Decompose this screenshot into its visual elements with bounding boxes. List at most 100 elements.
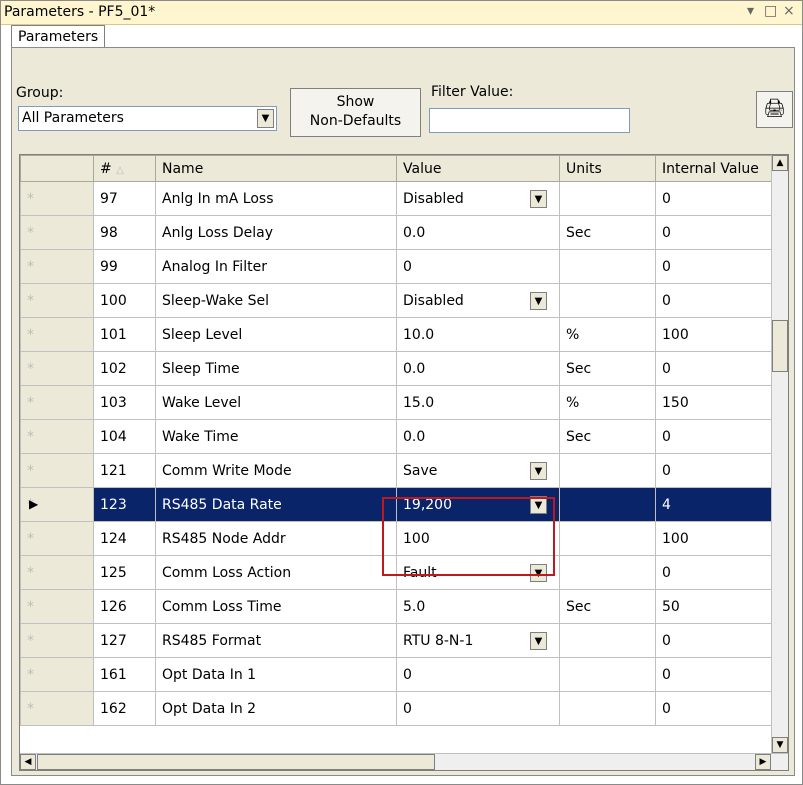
row-header[interactable]: * — [20, 317, 94, 352]
row-header[interactable]: * — [20, 419, 94, 454]
table-row[interactable]: * 99 Analog In Filter 0 0 — [20, 249, 781, 284]
table-row[interactable]: * 101 Sleep Level 10.0% 100 — [20, 317, 781, 352]
vertical-scroll-thumb[interactable] — [772, 320, 788, 372]
row-header[interactable]: * — [20, 691, 94, 726]
param-name: Analog In Filter — [155, 249, 397, 284]
row-header[interactable]: * — [20, 215, 94, 250]
param-value[interactable]: 100 — [396, 521, 560, 556]
param-number: 127 — [93, 623, 156, 658]
table-row[interactable]: * 124 RS485 Node Addr 100 100 — [20, 521, 781, 556]
table-row[interactable]: * 161 Opt Data In 1 0 0 — [20, 657, 781, 692]
table-row[interactable]: * 126 Comm Loss Time 5.0 Sec 50 — [20, 589, 781, 624]
param-value[interactable]: 0.0 — [396, 215, 560, 250]
param-value[interactable]: 0 — [396, 691, 560, 726]
param-value[interactable]: 19,200 ▼ — [396, 487, 560, 522]
filter-input[interactable] — [429, 108, 630, 133]
param-internal-value: 0 — [655, 453, 781, 488]
param-value-text: 0 — [403, 666, 412, 683]
param-units — [559, 487, 656, 522]
horizontal-scroll-thumb[interactable] — [37, 754, 435, 770]
param-name: Opt Data In 1 — [155, 657, 397, 692]
chevron-down-icon[interactable]: ▼ — [530, 564, 547, 582]
horizontal-scrollbar[interactable]: ◀ ▶ — [20, 753, 788, 770]
print-button[interactable]: 🖨 — [756, 91, 793, 128]
param-name: Sleep-Wake Sel — [155, 283, 397, 318]
param-internal-value: 0 — [655, 351, 781, 386]
param-units — [559, 555, 656, 590]
param-number: 99 — [93, 249, 156, 284]
table-row[interactable]: * 162 Opt Data In 2 0 0 — [20, 691, 781, 726]
vertical-scrollbar[interactable]: ▲ ▼ — [771, 155, 788, 753]
param-value-text: 0.0 — [403, 224, 426, 241]
parameters-panel: Group: All Parameters ▼ Show Non-Default… — [11, 47, 795, 776]
parameter-grid[interactable]: # △ Name Value Units Internal Value * 97 A… — [19, 154, 789, 771]
group-select-value: All Parameters — [22, 110, 124, 126]
col-header-units[interactable]: Units — [559, 155, 656, 182]
chevron-down-icon[interactable]: ▼ — [530, 292, 547, 310]
chevron-down-icon[interactable]: ▼ — [530, 190, 547, 208]
param-value[interactable]: RTU 8-N-1 ▼ — [396, 623, 560, 658]
col-header-marker — [20, 155, 94, 182]
chevron-down-icon[interactable]: ▼ — [530, 632, 547, 650]
table-row[interactable]: * 125 Comm Loss Action Fault ▼ 0 — [20, 555, 781, 590]
row-header[interactable]: * — [20, 657, 94, 692]
tab-parameters[interactable]: Parameters — [11, 25, 106, 48]
group-select[interactable]: All Parameters ▼ — [18, 106, 277, 131]
table-row[interactable]: ▶ * 123 RS485 Data Rate 19,200 ▼ 4 — [20, 487, 781, 522]
param-value-text: Fault — [403, 564, 437, 581]
group-label: Group: — [16, 85, 64, 101]
param-name: RS485 Data Rate — [155, 487, 397, 522]
row-header[interactable]: * — [20, 521, 94, 556]
chevron-down-icon[interactable]: ▼ — [257, 109, 274, 128]
row-header[interactable]: * — [20, 453, 94, 488]
scroll-up-icon[interactable]: ▲ — [772, 155, 788, 171]
param-value[interactable]: 0.0 — [396, 351, 560, 386]
scroll-right-icon[interactable]: ▶ — [755, 754, 771, 770]
row-header[interactable]: * — [20, 249, 94, 284]
row-header[interactable]: * — [20, 351, 94, 386]
param-internal-value: 150 — [655, 385, 781, 420]
close-icon[interactable]: × — [783, 3, 795, 19]
col-header-name[interactable]: Name — [155, 155, 397, 182]
param-name: Sleep Level — [155, 317, 397, 352]
param-value[interactable]: 15.0 — [396, 385, 560, 420]
param-units: Sec — [559, 419, 656, 454]
param-number: 101 — [93, 317, 156, 352]
col-header-value[interactable]: Value — [396, 155, 560, 182]
param-value[interactable]: Disabled ▼ — [396, 283, 560, 318]
param-value[interactable]: Disabled ▼ — [396, 181, 560, 216]
table-row[interactable]: * 103 Wake Level 15.0% 150 — [20, 385, 781, 420]
col-header-internal[interactable]: Internal Value — [655, 155, 781, 182]
row-header[interactable]: * — [20, 283, 94, 318]
row-header[interactable]: * — [20, 181, 94, 216]
row-header[interactable]: * — [20, 623, 94, 658]
param-units — [559, 249, 656, 284]
table-row[interactable]: * 104 Wake Time 0.0 Sec 0 — [20, 419, 781, 454]
table-row[interactable]: * 102 Sleep Time 0.0 Sec 0 — [20, 351, 781, 386]
param-value[interactable]: 10.0 — [396, 317, 560, 352]
show-non-defaults-button[interactable]: Show Non-Defaults — [290, 88, 421, 137]
maximize-icon[interactable]: □ — [764, 3, 777, 19]
row-header[interactable]: * — [20, 555, 94, 590]
param-number: 121 — [93, 453, 156, 488]
row-header[interactable]: * — [20, 589, 94, 624]
scroll-down-icon[interactable]: ▼ — [772, 737, 788, 753]
scroll-left-icon[interactable]: ◀ — [20, 754, 36, 770]
param-value[interactable]: 0 — [396, 657, 560, 692]
param-value[interactable]: Save ▼ — [396, 453, 560, 488]
param-value[interactable]: 0 — [396, 249, 560, 284]
table-row[interactable]: * 97 Anlg In mA Loss Disabled ▼ 0 — [20, 181, 781, 216]
table-row[interactable]: * 127 RS485 Format RTU 8-N-1 ▼ 0 — [20, 623, 781, 658]
col-header-number[interactable]: # △ — [93, 155, 156, 182]
row-header[interactable]: * — [20, 385, 94, 420]
row-header[interactable]: ▶ * — [20, 487, 94, 522]
param-value[interactable]: Fault ▼ — [396, 555, 560, 590]
chevron-down-icon[interactable]: ▼ — [530, 462, 547, 480]
table-row[interactable]: * 98 Anlg Loss Delay 0.0 Sec 0 — [20, 215, 781, 250]
table-row[interactable]: * 121 Comm Write Mode Save ▼ 0 — [20, 453, 781, 488]
table-row[interactable]: * 100 Sleep-Wake Sel Disabled ▼ 0 — [20, 283, 781, 318]
param-value[interactable]: 5.0 — [396, 589, 560, 624]
window-menu-icon[interactable]: ▾ — [747, 3, 754, 19]
param-value[interactable]: 0.0 — [396, 419, 560, 454]
chevron-down-icon[interactable]: ▼ — [530, 496, 547, 514]
